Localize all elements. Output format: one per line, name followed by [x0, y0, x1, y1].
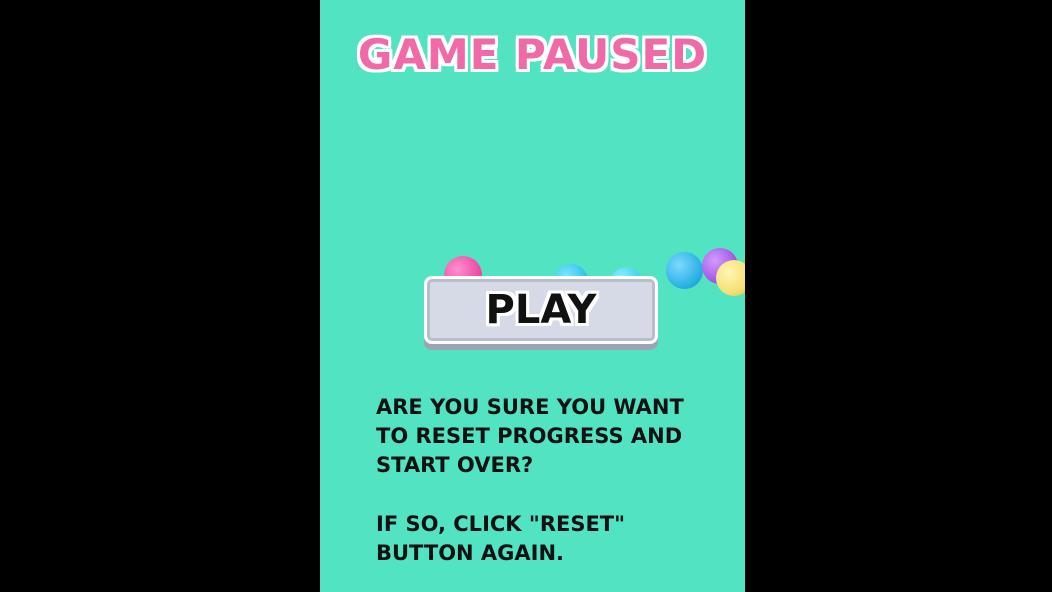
reset-instruction-message: IF SO, CLICK "RESET" BUTTON AGAIN. [376, 512, 626, 565]
pause-title: GAME PAUSED [357, 30, 708, 79]
yellow-ball [716, 260, 745, 296]
blue-ball [666, 252, 703, 289]
reset-confirm-message: ARE YOU SURE YOU WANT TO RESET PROGRESS … [376, 395, 684, 477]
game-canvas: GAME PAUSED PLAY ARE YOU SURE YOU WANT T… [320, 0, 745, 592]
letterbox-background: GAME PAUSED PLAY ARE YOU SURE YOU WANT T… [0, 0, 1052, 592]
play-button[interactable]: PLAY [424, 276, 658, 344]
play-button-label: PLAY [485, 287, 597, 333]
